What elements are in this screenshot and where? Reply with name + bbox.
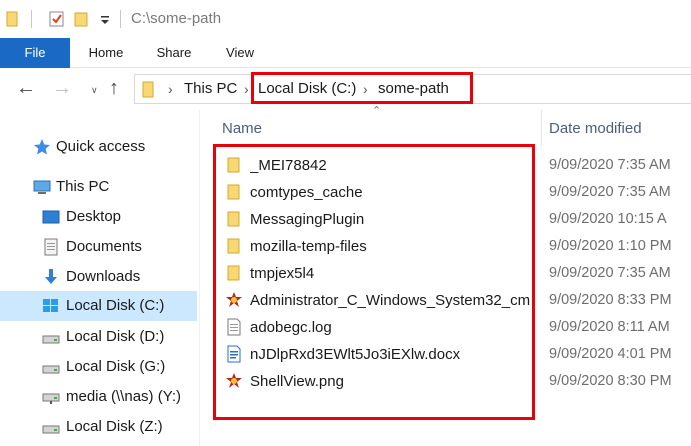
file-name: comtypes_cache: [250, 184, 363, 201]
tab-view[interactable]: View: [216, 38, 264, 68]
sidebar-item-this-pc[interactable]: This PC: [0, 172, 197, 202]
file-date-modified: 9/09/2020 8:11 AM: [549, 319, 670, 335]
breadcrumb-chevron-icon[interactable]: ›: [363, 81, 368, 97]
file-row[interactable]: ShellView.png 9/09/2020 8:30 PM: [200, 368, 691, 395]
drive-icon: [42, 335, 60, 344]
folder-icon: [142, 81, 154, 98]
sidebar-item-label: Local Disk (Z:): [66, 418, 163, 435]
sidebar-item-desktop[interactable]: Desktop: [0, 202, 197, 232]
file-name: ShellView.png: [250, 373, 344, 390]
sort-ascending-icon: ⌃: [372, 105, 382, 117]
breadcrumb-chevron-icon[interactable]: ›: [244, 81, 249, 97]
up-arrow-icon[interactable]: ↑: [109, 77, 119, 99]
title-bar: C:\some-path: [0, 0, 691, 38]
window-title: C:\some-path: [131, 10, 222, 27]
breadcrumb-this-pc[interactable]: This PC: [184, 80, 237, 97]
column-divider[interactable]: [541, 110, 542, 146]
folder-icon: [227, 157, 240, 173]
folder-icon: [227, 265, 240, 281]
file-date-modified: 9/09/2020 10:15 A: [549, 211, 667, 227]
sidebar-item-local-disk-z[interactable]: Local Disk (Z:): [0, 412, 197, 442]
image-app-icon: [226, 373, 242, 388]
file-date-modified: 9/09/2020 8:33 PM: [549, 292, 672, 308]
sidebar-item-local-disk-d[interactable]: Local Disk (D:): [0, 322, 197, 352]
desktop-icon: [42, 210, 60, 224]
sidebar-item-label: This PC: [56, 178, 110, 195]
star-icon: [34, 139, 50, 155]
folder-icon: [227, 211, 240, 227]
toolbar-separator: [31, 10, 32, 28]
sidebar-item-label: Desktop: [66, 208, 122, 225]
file-row[interactable]: nJDlpRxd3EWlt5Jo3iEXlw.docx 9/09/2020 4:…: [200, 341, 691, 368]
file-name: nJDlpRxd3EWlt5Jo3iEXlw.docx: [250, 346, 461, 363]
file-name: tmpjex5l4: [250, 265, 315, 282]
sidebar-item-label: Documents: [66, 238, 142, 255]
drive-icon: [42, 425, 60, 434]
file-name: _MEI78842: [250, 157, 327, 174]
file-row[interactable]: mozilla-temp-files 9/09/2020 1:10 PM: [200, 233, 691, 260]
sidebar-item-documents[interactable]: Documents: [0, 232, 197, 262]
navigation-bar: ← → ∨ ↑ › This PC › Local Disk (C:) › so…: [0, 68, 691, 110]
toolbar-separator: [120, 10, 121, 28]
sidebar-item-local-disk-g[interactable]: Local Disk (G:): [0, 352, 197, 382]
tab-share[interactable]: Share: [148, 38, 200, 68]
sidebar-item-label: Local Disk (D:): [66, 328, 165, 345]
network-drive-icon: [42, 393, 60, 404]
recent-locations-chevron-icon[interactable]: ∨: [91, 85, 98, 96]
address-bar[interactable]: › This PC › Local Disk (C:) › some-path: [134, 74, 691, 104]
file-date-modified: 9/09/2020 7:35 AM: [549, 184, 671, 200]
file-row[interactable]: Administrator_C_Windows_System32_cm... 9…: [200, 287, 691, 314]
sidebar-item-downloads[interactable]: Downloads: [0, 262, 197, 292]
sidebar-item-media-nas[interactable]: media (\\nas) (Y:): [0, 382, 197, 412]
back-arrow-icon[interactable]: ←: [16, 77, 36, 99]
ribbon: File Home Share View: [0, 38, 691, 68]
file-row[interactable]: tmpjex5l4 9/09/2020 7:35 AM: [200, 260, 691, 287]
file-name: mozilla-temp-files: [250, 238, 367, 255]
column-header-name[interactable]: Name: [222, 120, 262, 137]
file-date-modified: 9/09/2020 8:30 PM: [549, 373, 672, 389]
documents-icon: [44, 238, 58, 256]
file-name: adobegc.log: [250, 319, 332, 336]
folder-icon: [6, 11, 18, 27]
docx-file-icon: [227, 345, 241, 363]
computer-icon: [33, 180, 51, 194]
text-file-icon: [227, 318, 241, 336]
downloads-icon: [45, 269, 57, 284]
file-row[interactable]: adobegc.log 9/09/2020 8:11 AM: [200, 314, 691, 341]
sidebar-item-label: media (\\nas) (Y:): [66, 388, 182, 405]
navigation-pane: Quick access This PC Desktop Documents D…: [0, 110, 200, 446]
file-date-modified: 9/09/2020 1:10 PM: [549, 238, 672, 254]
breadcrumb-local-disk-c[interactable]: Local Disk (C:): [258, 80, 356, 97]
file-date-modified: 9/09/2020 7:35 AM: [549, 157, 671, 173]
breadcrumb-some-path[interactable]: some-path: [378, 80, 449, 97]
sidebar-item-local-disk-c[interactable]: Local Disk (C:): [0, 291, 197, 321]
tab-home[interactable]: Home: [80, 38, 132, 68]
file-date-modified: 9/09/2020 7:35 AM: [549, 265, 671, 281]
properties-icon[interactable]: [48, 10, 66, 28]
column-header-date-modified[interactable]: Date modified: [549, 120, 642, 137]
customize-toolbar-icon[interactable]: [99, 10, 111, 28]
file-row[interactable]: comtypes_cache 9/09/2020 7:35 AM: [200, 179, 691, 206]
file-date-modified: 9/09/2020 4:01 PM: [549, 346, 672, 362]
sidebar-item-label: Downloads: [66, 268, 141, 285]
file-name: Administrator_C_Windows_System32_cm...: [250, 292, 530, 309]
windows-drive-icon: [43, 299, 58, 312]
tab-file[interactable]: File: [0, 38, 70, 68]
sidebar-item-label: Local Disk (G:): [66, 358, 166, 375]
sidebar-item-label: Quick access: [56, 138, 146, 155]
file-name: MessagingPlugin: [250, 211, 365, 228]
folder-icon: [227, 238, 240, 254]
folder-icon: [227, 184, 240, 200]
breadcrumb-chevron-icon[interactable]: ›: [168, 81, 173, 97]
vertical-scrollbar[interactable]: [683, 110, 691, 446]
image-app-icon: [226, 292, 242, 307]
file-row[interactable]: _MEI78842 9/09/2020 7:35 AM: [200, 152, 691, 179]
sidebar-item-quick-access[interactable]: Quick access: [0, 132, 197, 162]
drive-icon: [42, 365, 60, 374]
file-row[interactable]: MessagingPlugin 9/09/2020 10:15 A: [200, 206, 691, 233]
new-folder-icon[interactable]: [74, 10, 90, 28]
forward-arrow-icon[interactable]: →: [52, 77, 72, 99]
sidebar-item-label: Local Disk (C:): [66, 297, 165, 314]
